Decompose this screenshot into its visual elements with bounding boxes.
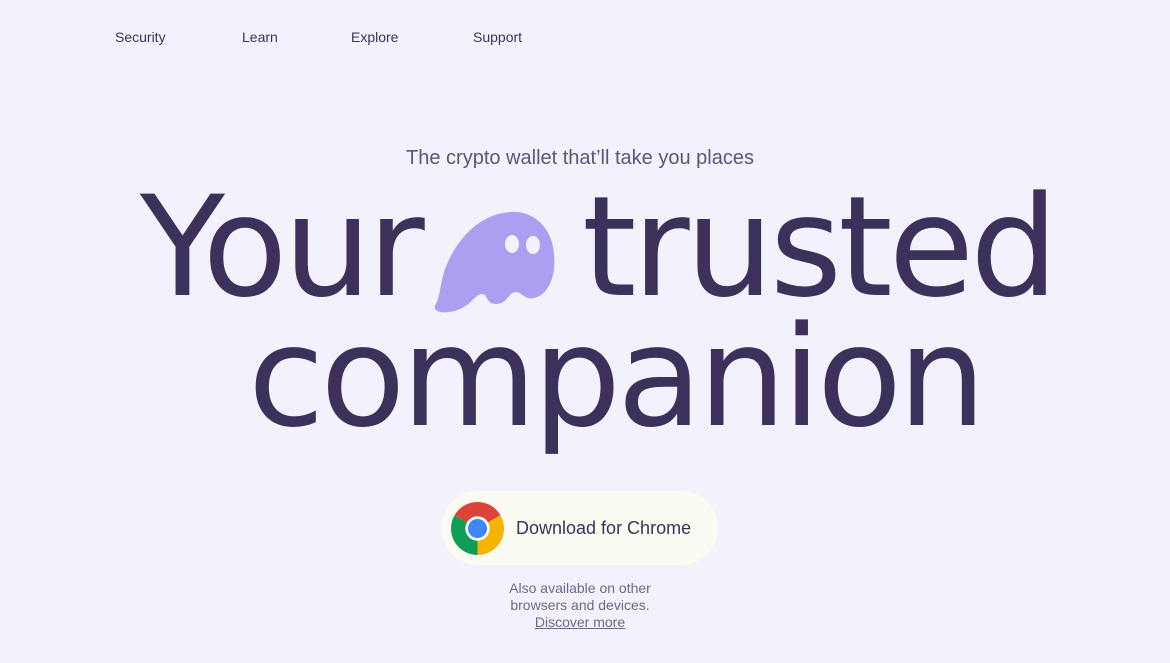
download-chrome-label: Download for Chrome bbox=[516, 518, 692, 538]
nav-link-explore[interactable]: Explore bbox=[351, 29, 398, 45]
availability-note: Also available on other browsers and dev… bbox=[0, 580, 1160, 631]
nav-link-support[interactable]: Support bbox=[473, 29, 522, 45]
chrome-icon bbox=[451, 502, 504, 555]
availability-line-1: Also available on other bbox=[509, 580, 651, 596]
discover-more-link[interactable]: Discover more bbox=[535, 614, 625, 631]
nav-link-learn[interactable]: Learn bbox=[242, 29, 278, 45]
nav-link-security[interactable]: Security bbox=[115, 29, 166, 45]
download-chrome-button[interactable]: Download for Chrome bbox=[441, 491, 718, 565]
top-nav: Security Learn Explore Support bbox=[0, 29, 600, 49]
headline-word-companion: companion bbox=[248, 296, 986, 458]
headline-line-2: companion bbox=[0, 308, 1160, 468]
availability-line-2: browsers and devices. bbox=[510, 597, 650, 613]
